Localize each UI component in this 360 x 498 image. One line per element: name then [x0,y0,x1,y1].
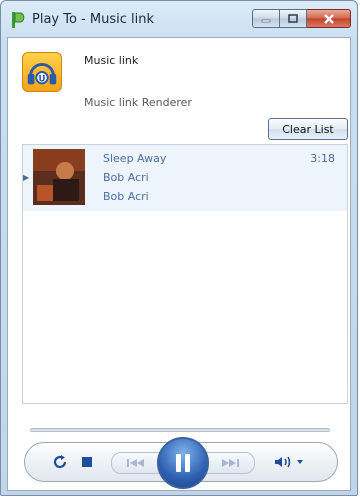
chevron-down-icon [297,460,303,464]
playlist[interactable]: ▶ Sleep Away 3:18 Bob Acri Bob Acri [22,144,348,404]
repeat-icon [53,455,67,469]
minimize-button[interactable] [252,9,280,28]
play-to-window: Play To - Music link U Music link Music [0,0,358,496]
stop-button[interactable] [79,454,95,470]
device-description: Music link Renderer [84,96,192,109]
playlist-item[interactable]: ▶ Sleep Away 3:18 Bob Acri Bob Acri [23,145,347,211]
volume-button[interactable] [269,453,309,471]
album-art-image [33,149,85,205]
minimize-icon [261,19,271,22]
track-duration: 3:18 [310,152,335,165]
playback-controls [24,437,338,489]
previous-icon [127,459,144,467]
window-title: Play To - Music link [32,12,154,27]
now-playing-indicator-icon: ▶ [23,173,30,182]
seek-bar[interactable] [30,428,330,432]
track-album: Bob Acri [103,190,149,203]
music-link-headphones-icon: U [22,52,62,92]
client-area: U Music link Music link Renderer Clear L… [7,37,351,491]
stop-icon [82,457,92,467]
close-button[interactable] [307,9,351,28]
track-title: Sleep Away [103,152,167,165]
svg-text:U: U [39,75,46,85]
volume-icon [275,456,291,468]
repeat-button[interactable] [51,453,69,471]
close-icon [323,13,334,24]
track-artist: Bob Acri [103,171,149,184]
maximize-button[interactable] [280,9,307,28]
next-icon [222,459,239,467]
device-name: Music link [84,54,139,67]
pause-icon [176,454,190,472]
clear-list-button[interactable]: Clear List [268,118,348,140]
pause-button[interactable] [157,437,209,489]
window-buttons [252,9,351,28]
play-to-icon [12,12,25,28]
maximize-icon [288,14,298,23]
title-bar[interactable]: Play To - Music link [1,1,357,37]
